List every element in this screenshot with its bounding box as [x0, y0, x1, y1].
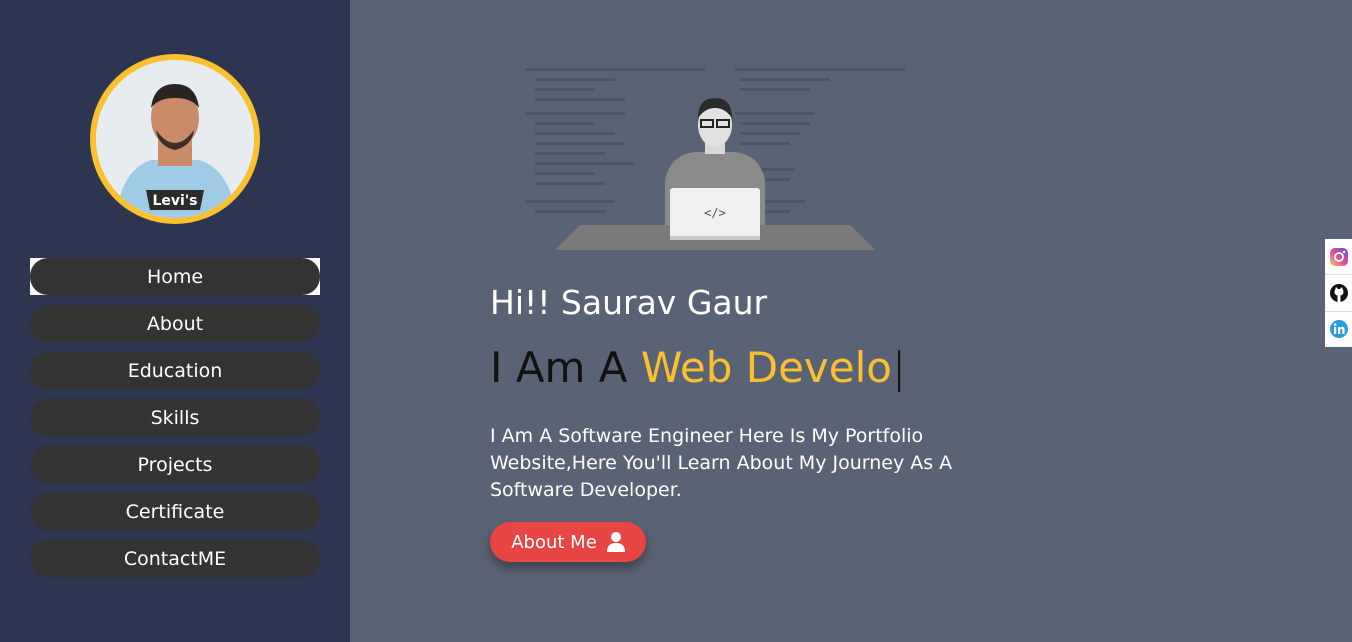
- user-icon: [606, 532, 625, 552]
- social-links: [1325, 239, 1352, 347]
- role-prefix: I Am A: [490, 343, 641, 392]
- github-icon: [1329, 283, 1348, 302]
- hero-greeting: Hi!! Saurav Gaur: [490, 283, 768, 322]
- developer-illustration: </>: [525, 68, 905, 250]
- typing-caret: |: [892, 343, 907, 392]
- linkedin-icon: [1329, 320, 1348, 339]
- main-content: </> Hi!! Saurav Gaur I Am A Web Develo| …: [350, 0, 1352, 642]
- svg-text:</>: </>: [704, 206, 726, 220]
- nav-item-contact[interactable]: ContactME: [30, 540, 320, 577]
- sidebar: Levi's Home About Education Skills Proje…: [0, 0, 350, 642]
- avatar-shirt-text: Levi's: [153, 193, 198, 209]
- nav-item-home[interactable]: Home: [30, 258, 320, 295]
- nav-item-education[interactable]: Education: [30, 352, 320, 389]
- github-link[interactable]: [1325, 275, 1352, 312]
- nav-item-projects[interactable]: Projects: [30, 446, 320, 483]
- about-me-button[interactable]: About Me: [490, 522, 646, 562]
- sidebar-nav: Home About Education Skills Projects Cer…: [30, 258, 320, 587]
- hero-role: I Am A Web Develo|: [490, 343, 906, 392]
- hero-description: I Am A Software Engineer Here Is My Port…: [490, 425, 953, 501]
- nav-item-certificate[interactable]: Certificate: [30, 493, 320, 530]
- avatar: Levi's: [90, 54, 260, 224]
- nav-item-about[interactable]: About: [30, 305, 320, 342]
- instagram-icon: [1329, 247, 1348, 266]
- instagram-link[interactable]: [1325, 239, 1352, 276]
- nav-item-skills[interactable]: Skills: [30, 399, 320, 436]
- linkedin-link[interactable]: [1325, 312, 1352, 347]
- about-me-label: About Me: [511, 531, 597, 553]
- role-highlight: Web Develo: [640, 343, 892, 392]
